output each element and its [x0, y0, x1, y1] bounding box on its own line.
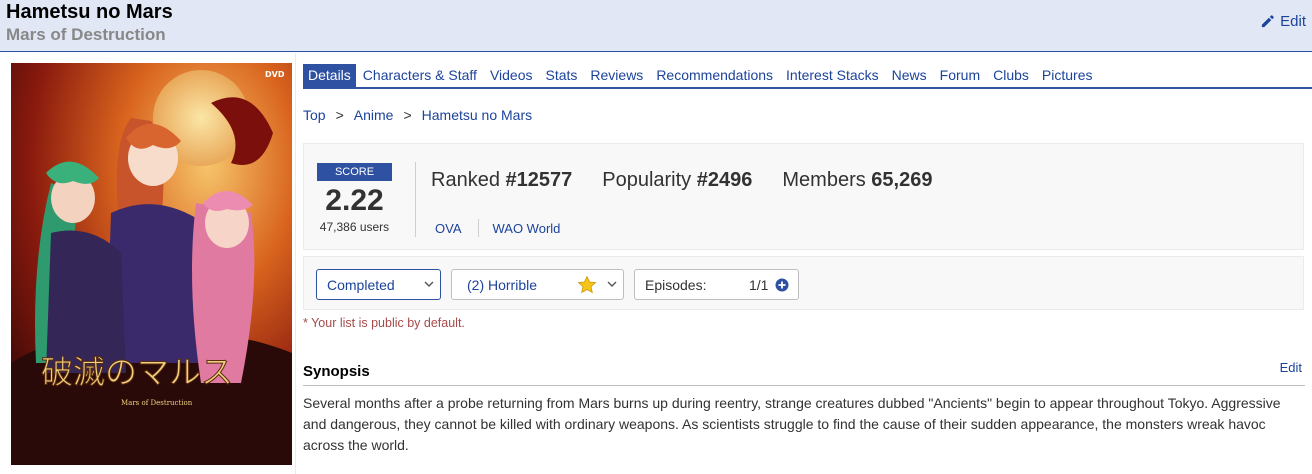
poster-title-art: 破滅のマルス	[41, 353, 233, 391]
page-header: Hametsu no Mars Mars of Destruction Edit	[0, 0, 1312, 52]
detail-tabs: Details Characters & Staff Videos Stats Revi…	[303, 64, 1312, 89]
episodes-value: 1/1	[749, 277, 769, 293]
breadcrumb: Top > Anime > Hametsu no Mars	[303, 107, 532, 123]
members-value: 65,269	[871, 169, 933, 191]
tab-videos[interactable]: Videos	[483, 64, 539, 87]
pencil-icon	[1262, 15, 1274, 28]
popularity-stat: Popularity #2496	[602, 169, 752, 192]
type-link[interactable]: OVA	[435, 221, 462, 236]
star-icon	[577, 275, 597, 294]
episodes-field[interactable]: Episodes: 1/1	[634, 269, 799, 300]
plus-circle-icon[interactable]	[775, 278, 789, 292]
breadcrumb-separator: >	[335, 107, 344, 123]
score-value: 2.22	[325, 184, 384, 217]
members-stat: Members 65,269	[782, 169, 932, 192]
page-subtitle: Mars of Destruction	[6, 25, 166, 44]
score-panel: SCORE 2.22 47,386 users Ranked #12577 Po…	[303, 143, 1304, 250]
page-title: Hametsu no Mars	[6, 1, 173, 23]
popularity-value: #2496	[696, 169, 753, 191]
edit-label: Edit	[1280, 13, 1306, 30]
synopsis-edit-link[interactable]: Edit	[1280, 360, 1302, 375]
popularity-label: Popularity	[602, 169, 692, 191]
studio-link[interactable]: WAO World	[493, 221, 561, 236]
anime-poster[interactable]: 破滅のマルス Mars of Destruction DVD	[11, 63, 292, 465]
edit-button[interactable]: Edit	[1260, 13, 1306, 30]
poster-subtitle-art: Mars of Destruction	[121, 399, 193, 407]
info-row: OVA WAO World	[435, 219, 560, 237]
members-label: Members	[782, 169, 866, 191]
tab-news[interactable]: News	[885, 64, 933, 87]
score-label: SCORE	[317, 163, 392, 181]
tab-interest-stacks[interactable]: Interest Stacks	[779, 64, 885, 87]
score-select-value: (2) Horrible	[467, 276, 538, 293]
chevron-down-icon	[424, 281, 434, 287]
tab-reviews[interactable]: Reviews	[583, 64, 649, 87]
tab-pictures[interactable]: Pictures	[1035, 64, 1099, 87]
tab-recommendations[interactable]: Recommendations	[649, 64, 779, 87]
tab-forum[interactable]: Forum	[933, 64, 986, 87]
synopsis-text: Several months after a probe returning f…	[303, 395, 1281, 453]
status-value: Completed	[327, 276, 395, 293]
ranked-stat: Ranked #12577	[431, 169, 572, 192]
tab-clubs[interactable]: Clubs	[986, 64, 1035, 87]
synopsis-heading: Synopsis	[303, 363, 370, 380]
score-divider	[415, 162, 416, 237]
chevron-down-icon	[607, 281, 617, 287]
tab-characters-staff[interactable]: Characters & Staff	[356, 64, 483, 87]
stats-row: Ranked #12577 Popularity #2496 Members 6…	[431, 169, 932, 192]
breadcrumb-anime[interactable]: Anime	[354, 107, 394, 123]
tab-details[interactable]: Details	[303, 64, 356, 87]
my-list-panel: Completed (2) Horrible Episodes: 1/1	[303, 256, 1304, 310]
synopsis-divider	[303, 385, 1305, 386]
ranked-value: #12577	[505, 169, 573, 191]
poster-image: 破滅のマルス Mars of Destruction DVD	[11, 63, 292, 465]
column-divider	[295, 53, 296, 474]
poster-dvd-badge: DVD	[265, 70, 285, 79]
score-select[interactable]: (2) Horrible	[451, 269, 624, 300]
list-public-note: * Your list is public by default.	[303, 316, 465, 330]
episodes-label: Episodes:	[645, 276, 707, 293]
info-separator	[477, 219, 479, 237]
breadcrumb-separator: >	[403, 107, 412, 123]
breadcrumb-top[interactable]: Top	[303, 107, 326, 123]
score-users: 47,386 users	[319, 220, 390, 234]
status-select[interactable]: Completed	[316, 269, 441, 300]
breadcrumb-current[interactable]: Hametsu no Mars	[422, 107, 532, 123]
tab-stats[interactable]: Stats	[539, 64, 584, 87]
ranked-label: Ranked	[431, 169, 500, 191]
